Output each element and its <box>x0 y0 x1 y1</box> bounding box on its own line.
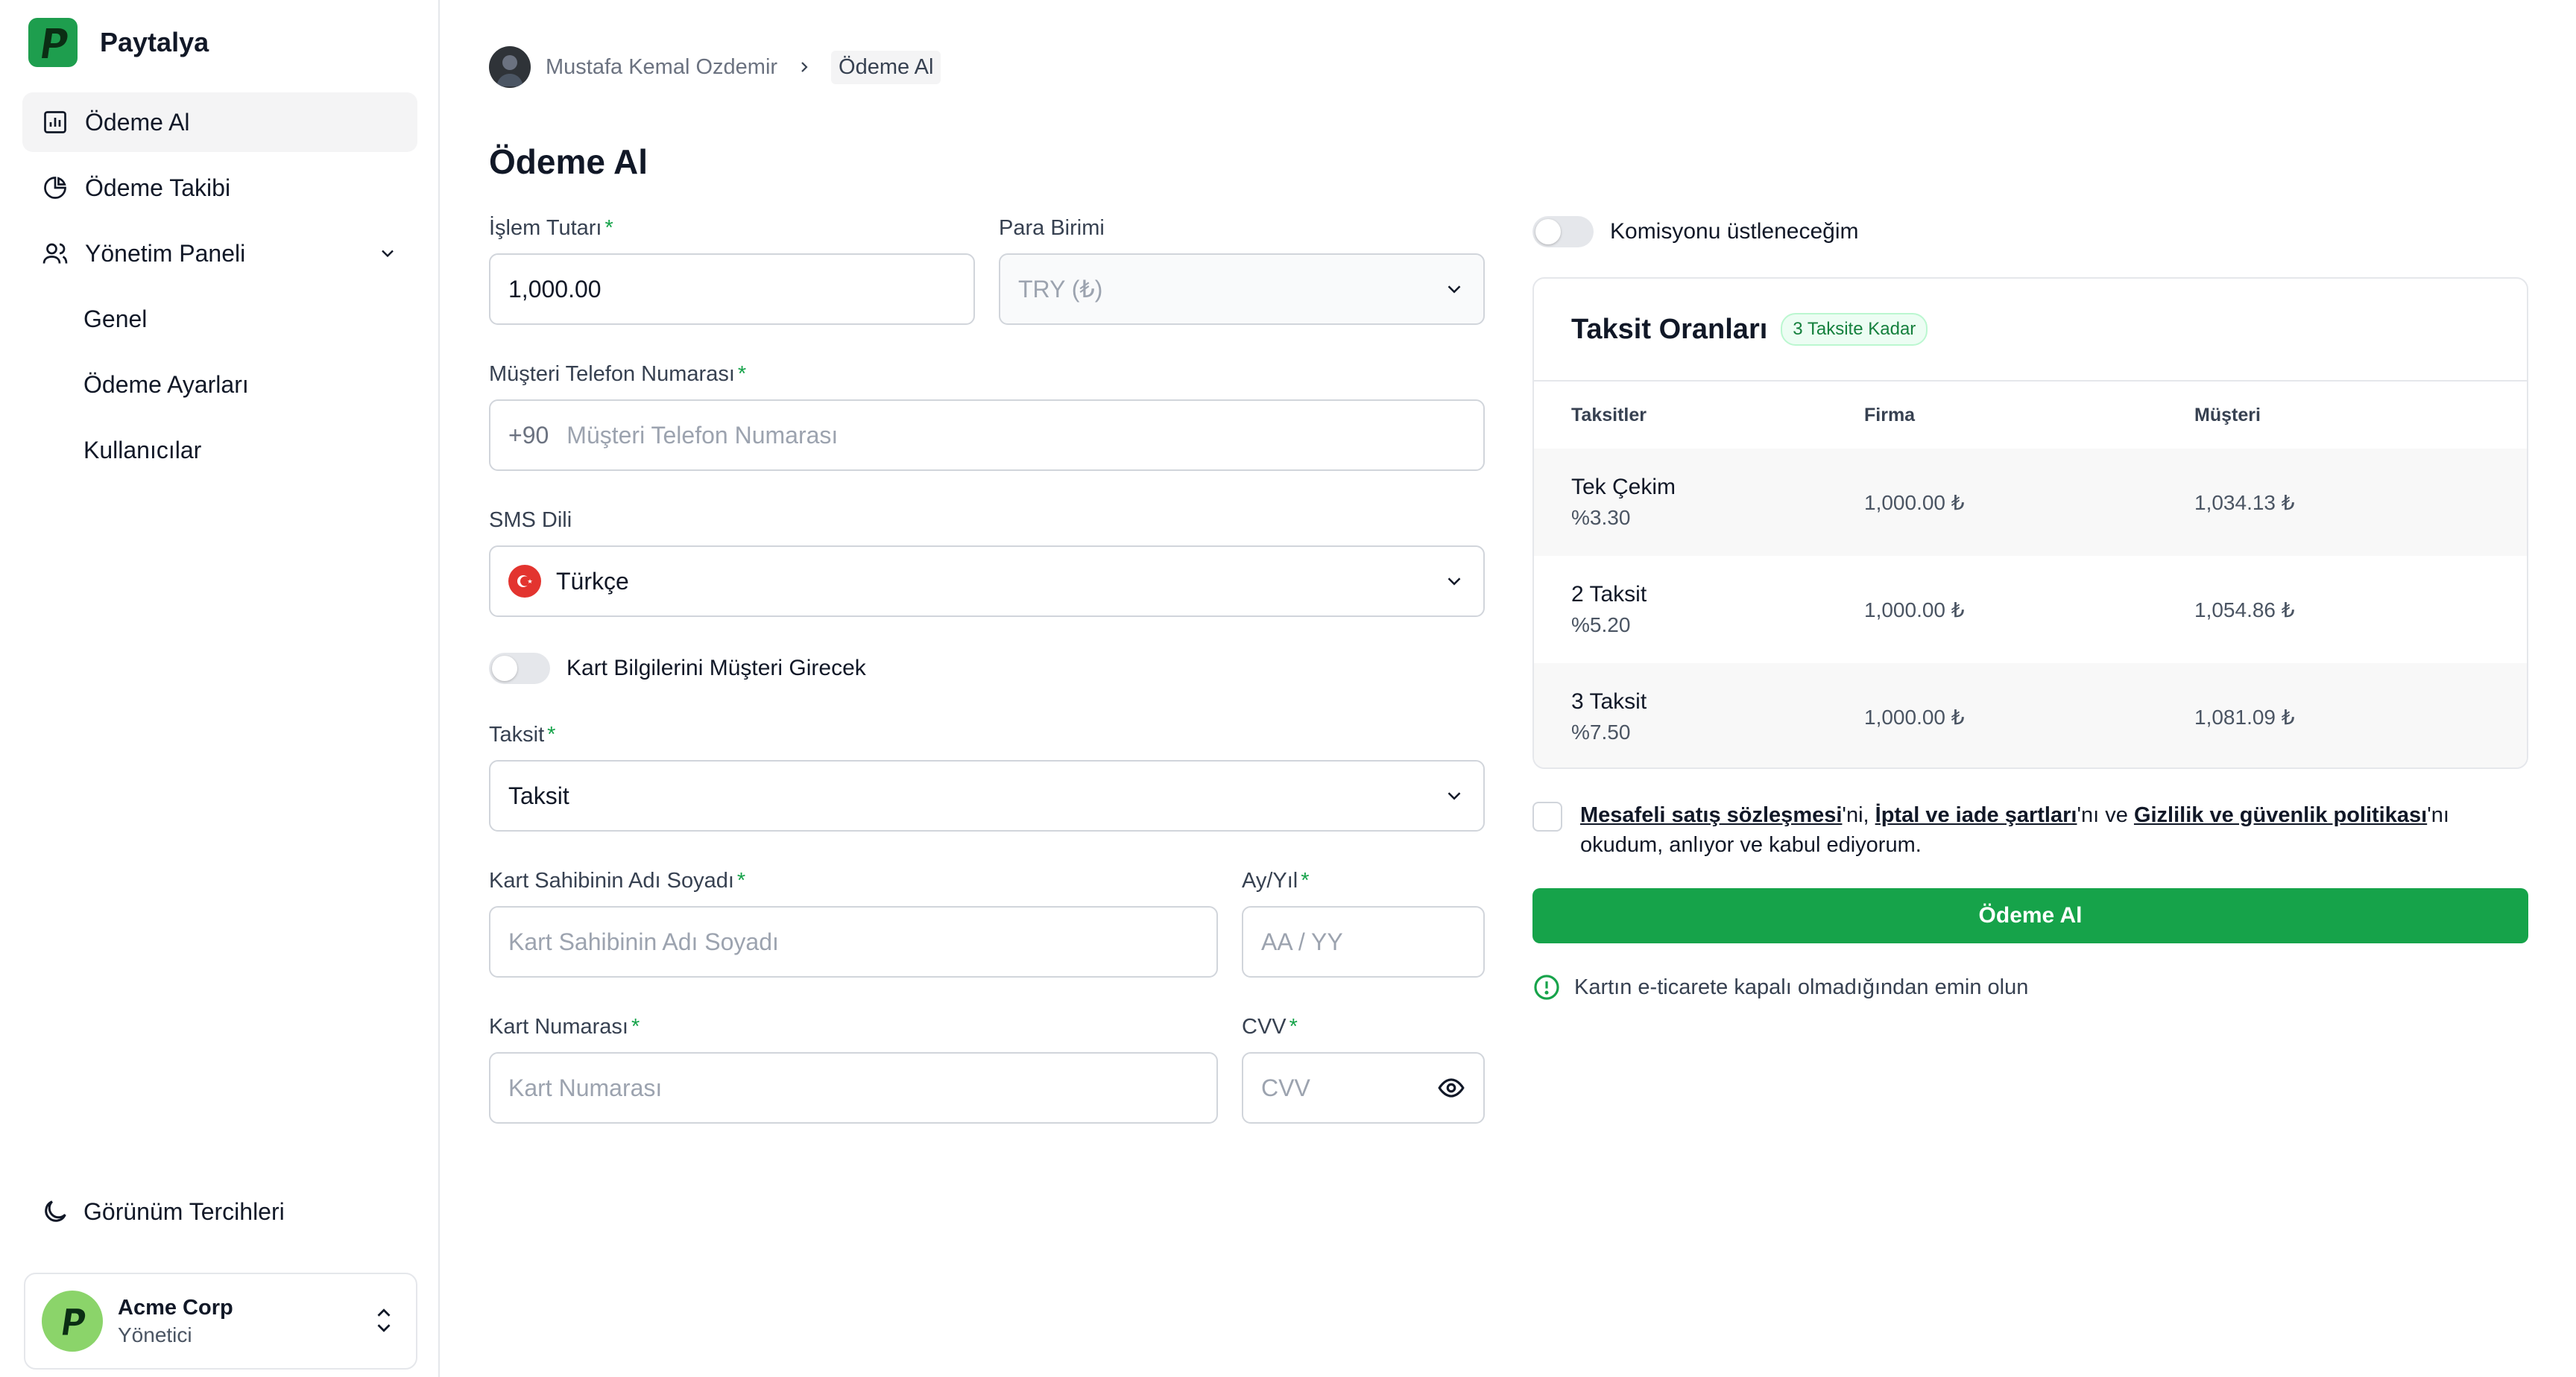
brand-logo-icon <box>28 18 78 67</box>
rates-title: Taksit Oranları <box>1571 313 1768 345</box>
card-holder-input[interactable]: Kart Sahibinin Adı Soyadı <box>489 906 1218 978</box>
header-customer: Müşteri <box>2194 404 2261 425</box>
expiry-input[interactable]: AA / YY <box>1242 906 1485 978</box>
sidebar-item-label: Ödeme Al <box>85 108 190 136</box>
installment-rates-card: Taksit Oranları 3 Taksite Kadar Taksitle… <box>1532 277 2528 769</box>
agreement-text: Mesafeli satış sözleşmesi'ni, İptal ve i… <box>1580 803 2449 857</box>
user-avatar <box>489 46 531 88</box>
commission-toggle[interactable] <box>1532 216 1594 247</box>
sidebar: Paytalya Ödeme Al Ödeme Takibi Yönetim P… <box>0 0 440 1377</box>
card-number-label: Kart Numarası * <box>489 1015 640 1039</box>
moon-icon <box>40 1197 70 1226</box>
distance-sales-link[interactable]: Mesafeli satış sözleşmesi <box>1580 803 1842 827</box>
customer-amount: 1,034.13 ₺ <box>2194 490 2295 514</box>
expiry-label: Ay/Yıl * <box>1242 869 1310 893</box>
currency-label: Para Birimi <box>999 216 1105 240</box>
appearance-label: Görünüm Tercihleri <box>83 1197 285 1225</box>
customer-amount: 1,054.86 ₺ <box>2194 598 2295 621</box>
alert-circle-icon <box>1532 973 1561 1001</box>
company-amount: 1,000.00 ₺ <box>1864 705 1965 729</box>
currency-select[interactable]: TRY (₺) <box>999 253 1485 325</box>
sidebar-item-odeme-ayarlari[interactable]: Ödeme Ayarları <box>22 355 417 414</box>
chevrons-up-down-icon <box>373 1305 395 1339</box>
amount-input[interactable]: 1,000.00 <box>489 253 975 325</box>
sidebar-item-label: Yönetim Paneli <box>85 239 246 267</box>
company-amount: 1,000.00 ₺ <box>1864 598 1965 621</box>
chevron-down-icon <box>1443 785 1465 807</box>
table-row: 3 Taksit %7.50 1,000.00 ₺ 1,081.09 ₺ <box>1534 663 2527 767</box>
sidebar-item-label: Genel <box>83 305 148 332</box>
sidebar-item-label: Ödeme Ayarları <box>83 370 249 398</box>
pie-chart-icon <box>40 173 70 203</box>
account-name: Acme Corp <box>118 1295 233 1320</box>
amount-label: İşlem Tutarı * <box>489 216 613 240</box>
installment-name: 3 Taksit <box>1571 689 1647 714</box>
breadcrumb-current: Ödeme Al <box>831 50 941 84</box>
chevron-down-icon <box>1443 570 1465 592</box>
sidebar-item-genel[interactable]: Genel <box>22 289 417 349</box>
account-role: Yönetici <box>118 1323 192 1346</box>
installment-name: 2 Taksit <box>1571 582 1647 607</box>
privacy-policy-link[interactable]: Gizlilik ve güvenlik politikası <box>2134 803 2427 827</box>
refund-terms-link[interactable]: İptal ve iade şartları <box>1875 803 2077 827</box>
commission-label: Komisyonu üstleneceğim <box>1610 219 1859 244</box>
agreement-checkbox[interactable] <box>1532 802 1562 832</box>
agreement-row: Mesafeli satış sözleşmesi'ni, İptal ve i… <box>1532 800 2528 860</box>
phone-input[interactable]: +90 Müşteri Telefon Numarası <box>489 399 1485 471</box>
sms-language-label: SMS Dili <box>489 508 572 532</box>
customer-amount: 1,081.09 ₺ <box>2194 705 2295 729</box>
header-installments: Taksitler <box>1571 404 1647 425</box>
card-number-input[interactable]: Kart Numarası <box>489 1052 1218 1124</box>
rates-table-header: Taksitler Firma Müşteri <box>1534 382 2527 449</box>
rates-badge: 3 Taksite Kadar <box>1781 313 1928 346</box>
avatar <box>42 1291 103 1352</box>
turkey-flag-icon <box>508 565 541 598</box>
installment-label: Taksit * <box>489 723 556 747</box>
phone-label: Müşteri Telefon Numarası * <box>489 362 747 386</box>
sidebar-item-odeme-al[interactable]: Ödeme Al <box>22 92 417 152</box>
table-row: Tek Çekim %3.30 1,000.00 ₺ 1,034.13 ₺ <box>1534 449 2527 556</box>
chevron-down-icon[interactable] <box>377 243 398 264</box>
breadcrumb-user[interactable]: Mustafa Kemal Ozdemir <box>546 55 777 80</box>
chevron-right-icon <box>795 58 813 76</box>
card-by-customer-label: Kart Bilgilerini Müşteri Girecek <box>566 656 866 680</box>
brand-name: Paytalya <box>100 27 209 57</box>
bar-chart-icon <box>40 107 70 137</box>
company-amount: 1,000.00 ₺ <box>1864 490 1965 514</box>
cvv-label: CVV * <box>1242 1015 1298 1039</box>
notice-text: Kartın e-ticarete kapalı olmadığından em… <box>1574 975 2029 999</box>
users-icon <box>40 238 70 268</box>
account-switcher[interactable]: Acme Corp Yönetici <box>24 1273 417 1370</box>
sms-language-select[interactable]: Türkçe <box>489 545 1485 617</box>
card-by-customer-toggle[interactable] <box>489 653 550 684</box>
pay-button[interactable]: Ödeme Al <box>1532 888 2528 943</box>
sidebar-item-label: Ödeme Takibi <box>85 174 231 201</box>
sidebar-item-yonetim-paneli[interactable]: Yönetim Paneli <box>22 224 417 283</box>
card-by-customer-row: Kart Bilgilerini Müşteri Girecek <box>489 653 866 684</box>
page-title: Ödeme Al <box>489 142 648 181</box>
phone-prefix: +90 <box>508 421 549 449</box>
ecommerce-notice: Kartın e-ticarete kapalı olmadığından em… <box>1532 973 2028 1001</box>
eye-icon[interactable] <box>1437 1074 1465 1102</box>
installment-select[interactable]: Taksit <box>489 760 1485 832</box>
chevron-down-icon <box>1443 278 1465 300</box>
installment-rate: %5.20 <box>1571 613 1631 636</box>
installment-rate: %3.30 <box>1571 506 1631 529</box>
sidebar-nav: Ödeme Al Ödeme Takibi Yönetim Paneli Gen… <box>22 92 417 486</box>
sidebar-item-kullanicilar[interactable]: Kullanıcılar <box>22 420 417 480</box>
card-holder-label: Kart Sahibinin Adı Soyadı * <box>489 869 746 893</box>
header-company: Firma <box>1864 404 1916 425</box>
sidebar-item-odeme-takibi[interactable]: Ödeme Takibi <box>22 158 417 218</box>
cvv-input[interactable]: CVV <box>1242 1052 1485 1124</box>
sidebar-item-label: Kullanıcılar <box>83 436 202 463</box>
installment-rate: %7.50 <box>1571 721 1631 744</box>
brand[interactable]: Paytalya <box>28 18 209 67</box>
table-row: 2 Taksit %5.20 1,000.00 ₺ 1,054.86 ₺ <box>1534 556 2527 663</box>
breadcrumb: Mustafa Kemal Ozdemir Ödeme Al <box>489 46 941 88</box>
appearance-preferences[interactable]: Görünüm Tercihleri <box>40 1197 285 1226</box>
installment-name: Tek Çekim <box>1571 475 1676 499</box>
commission-row: Komisyonu üstleneceğim <box>1532 216 1859 247</box>
